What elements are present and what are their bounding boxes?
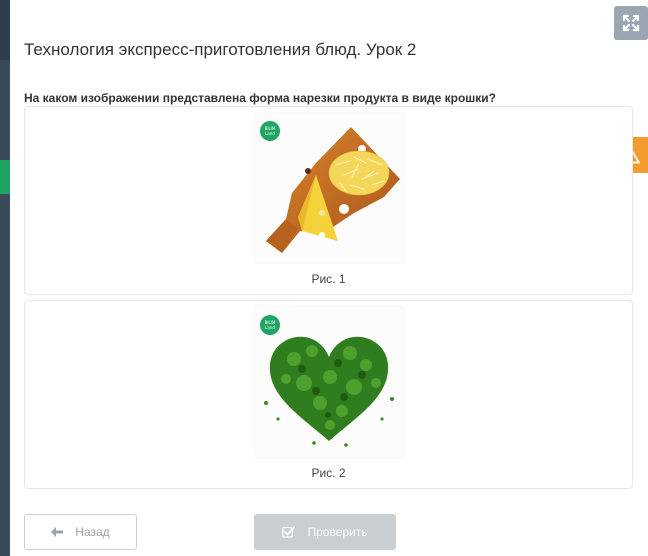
bilimland-logo: BILIM Land: [260, 121, 280, 141]
expand-button[interactable]: [614, 6, 648, 40]
option-image-parsley: BILIM Land: [254, 307, 404, 457]
sidebar-rail-active-marker[interactable]: [0, 160, 10, 194]
expand-icon: [622, 14, 640, 32]
sidebar-rail-top: [0, 0, 10, 60]
option-image-cheese: BILIM Land: [254, 113, 404, 263]
arrow-left-icon: [51, 527, 64, 537]
check-square-icon: [282, 526, 296, 538]
option-caption: Рис. 1: [311, 272, 346, 286]
left-sidebar-rail: [0, 0, 10, 556]
sidebar-rail-section: [0, 194, 10, 556]
check-button-label: Проверить: [307, 525, 368, 539]
bilimland-logo: BILIM Land: [260, 315, 280, 335]
answer-option-1[interactable]: BILIM Land Рис. 1: [24, 106, 633, 295]
question-text: На каком изображении представлена форма …: [24, 91, 497, 105]
back-button-label: Назад: [75, 525, 110, 539]
answer-option-2[interactable]: BILIM Land Рис. 2: [24, 300, 633, 489]
sidebar-rail-section: [0, 60, 10, 160]
back-button[interactable]: Назад: [24, 514, 137, 550]
check-button[interactable]: Проверить: [254, 514, 396, 550]
option-caption: Рис. 2: [311, 466, 346, 480]
page-title: Технология экспресс-приготовления блюд. …: [24, 40, 417, 59]
